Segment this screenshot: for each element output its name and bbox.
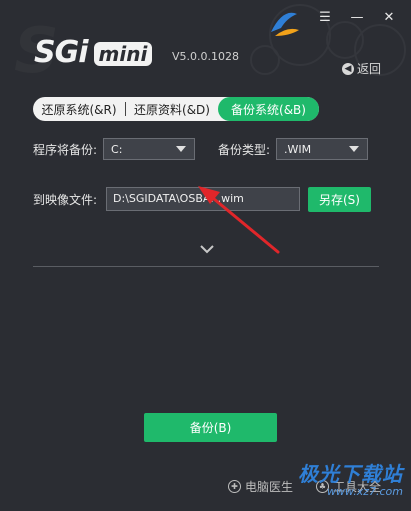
image-label-row: 到映像文件: <box>33 191 97 208</box>
tab-restore-data[interactable]: 还原资料(&D) <box>126 97 218 121</box>
back-arrow-icon: ◀ <box>341 62 354 75</box>
watermark-logo-icon <box>271 12 299 36</box>
source-drive-value: C: <box>111 142 123 156</box>
source-label: 程序将备份: <box>33 142 98 157</box>
tab-restore-system[interactable]: 还原系统(&R) <box>33 97 125 121</box>
tools-icon: ♣ <box>316 480 329 493</box>
back-label: 返回 <box>356 62 381 76</box>
image-file-label: 到映像文件: <box>33 193 98 207</box>
type-row: 备份类型: .WIM <box>218 138 369 160</box>
tools-link[interactable]: ♣ 工具大全 <box>316 478 381 495</box>
menu-icon[interactable]: ☰ <box>309 8 341 26</box>
window-controls: ☰ — ✕ <box>309 8 405 26</box>
back-button[interactable]: ◀ 返回 <box>341 60 381 77</box>
minimize-icon[interactable]: — <box>341 8 373 26</box>
app-logo: SGi mini <box>34 35 153 70</box>
tools-label: 工具大全 <box>333 480 382 494</box>
tab-backup-system[interactable]: 备份系统(&B) <box>218 97 319 121</box>
backup-type-select[interactable]: .WIM <box>276 138 369 160</box>
mode-tabs: 还原系统(&R) 还原资料(&D) 备份系统(&B) <box>33 97 319 121</box>
chevron-down-icon <box>176 146 187 152</box>
section-divider <box>33 266 379 267</box>
close-icon[interactable]: ✕ <box>373 8 405 26</box>
doctor-icon: ✚ <box>228 480 241 493</box>
doctor-label: 电脑医生 <box>245 480 294 494</box>
logo-text: SGi <box>34 35 89 70</box>
backup-type-value: .WIM <box>284 142 312 156</box>
expand-chevron-icon[interactable] <box>199 243 215 255</box>
backup-button[interactable]: 备份(B) <box>144 413 277 442</box>
source-drive-select[interactable]: C: <box>103 138 196 160</box>
chevron-down-icon <box>349 146 360 152</box>
source-row: 程序将备份: C: <box>33 138 196 160</box>
backup-type-label: 备份类型: <box>218 142 271 157</box>
logo-badge: mini <box>93 42 153 66</box>
save-as-button[interactable]: 另存(S) <box>308 187 371 212</box>
doctor-link[interactable]: ✚ 电脑医生 <box>228 478 293 495</box>
version-label: V5.0.0.1028 <box>172 50 240 63</box>
